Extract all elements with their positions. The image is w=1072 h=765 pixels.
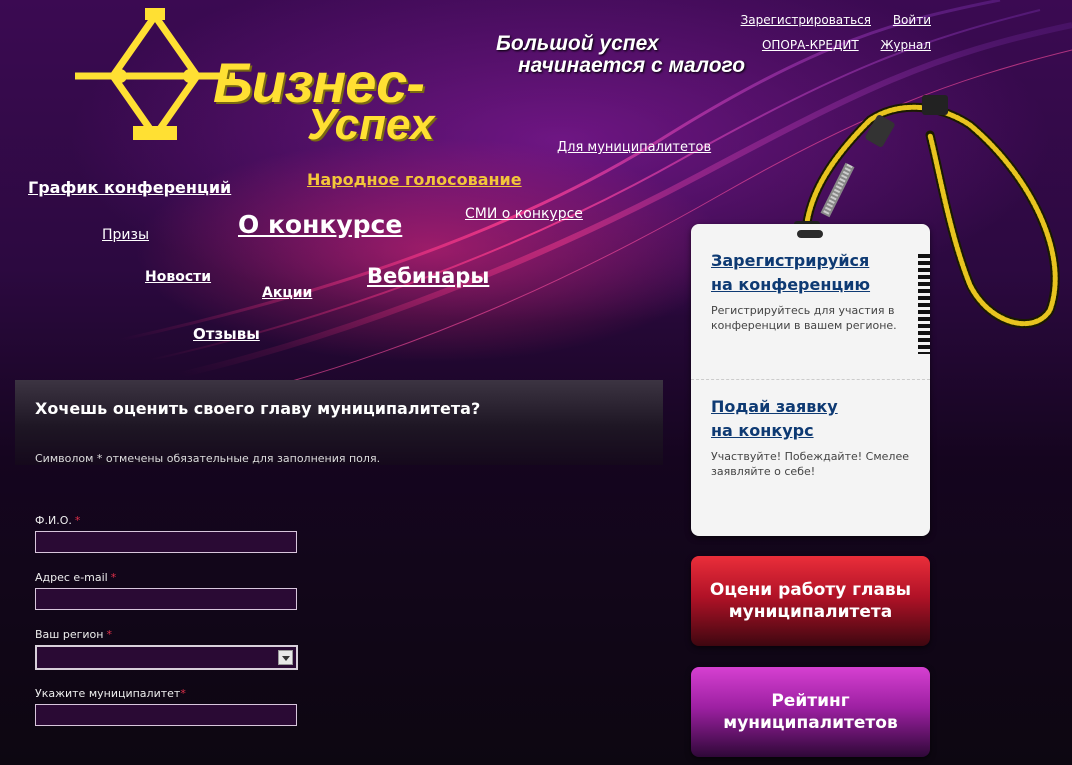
region-select[interactable] (35, 645, 298, 670)
apply-contest-link[interactable]: Подай заявку на конкурс (711, 395, 911, 443)
site-logo[interactable]: Бизнес- Успех (75, 8, 485, 149)
apply-contest-desc: Участвуйте! Побеждайте! Смелее заявляйте… (711, 450, 909, 478)
register-link[interactable]: Зарегистрироваться (741, 13, 871, 27)
badge-section-register: Зарегистрируйся на конференцию Регистрир… (711, 249, 911, 333)
nav-news[interactable]: Новости (145, 269, 211, 285)
slogan: Большой успех начинается с малого (496, 33, 745, 77)
form-header: Хочешь оценить своего главу муниципалите… (15, 380, 663, 465)
nav-reviews[interactable]: Отзывы (193, 325, 260, 343)
region-label: Ваш регион * (35, 628, 112, 641)
badge-barcode (918, 254, 930, 354)
badge-divider (691, 379, 930, 380)
badge-section-apply: Подай заявку на конкурс Участвуйте! Побе… (711, 395, 911, 479)
required-marker: * (74, 514, 81, 527)
journal-link[interactable]: Журнал (880, 38, 931, 52)
nav-media-about-contest[interactable]: СМИ о конкурсе (465, 206, 583, 222)
fio-input[interactable] (35, 531, 297, 553)
slogan-line1: Большой успех (496, 32, 659, 55)
badge-hole (797, 230, 823, 238)
form-title: Хочешь оценить своего главу муниципалите… (35, 399, 481, 418)
car-jack-icon (75, 8, 235, 140)
municipality-label: Укажите муниципалитет* (35, 687, 186, 700)
opora-kredit-link[interactable]: ОПОРА-КРЕДИТ (762, 38, 859, 52)
required-marker: * (180, 687, 186, 700)
fio-label: Ф.И.О. * (35, 514, 81, 527)
logo-text-line2: Успех (307, 100, 435, 149)
top-links: Зарегистрироваться Войти ОПОРА-КРЕДИТ Жу… (723, 8, 931, 58)
register-conference-link[interactable]: Зарегистрируйся на конференцию (711, 249, 911, 297)
email-input[interactable] (35, 588, 297, 610)
nav-public-vote[interactable]: Народное голосование (307, 170, 522, 189)
register-conference-desc: Регистрируйтесь для участия в конференци… (711, 304, 897, 332)
required-marker: * (106, 628, 112, 641)
municipality-rating-button[interactable]: Рейтинг муниципалитетов (691, 667, 930, 757)
required-marker: * (110, 571, 117, 584)
required-fields-note: Символом * отмечены обязательные для зап… (35, 452, 381, 465)
nav-conference-schedule[interactable]: График конференций (28, 178, 231, 197)
email-label: Адрес e-mail * (35, 571, 117, 584)
municipality-input[interactable] (35, 704, 297, 726)
rate-head-button[interactable]: Оцени работу главы муниципалитета (691, 556, 930, 646)
nav-about-contest[interactable]: О конкурсе (238, 210, 402, 239)
nav-for-municipalities[interactable]: Для муниципалитетов (557, 140, 711, 155)
nav-prizes[interactable]: Призы (102, 227, 149, 243)
dropdown-arrow-icon[interactable] (278, 650, 293, 665)
nav-promotions[interactable]: Акции (262, 285, 312, 301)
conference-badge: Зарегистрируйся на конференцию Регистрир… (691, 224, 930, 536)
nav-webinars[interactable]: Вебинары (367, 264, 489, 288)
login-link[interactable]: Войти (893, 13, 931, 27)
slogan-line2: начинается с малого (518, 54, 746, 77)
